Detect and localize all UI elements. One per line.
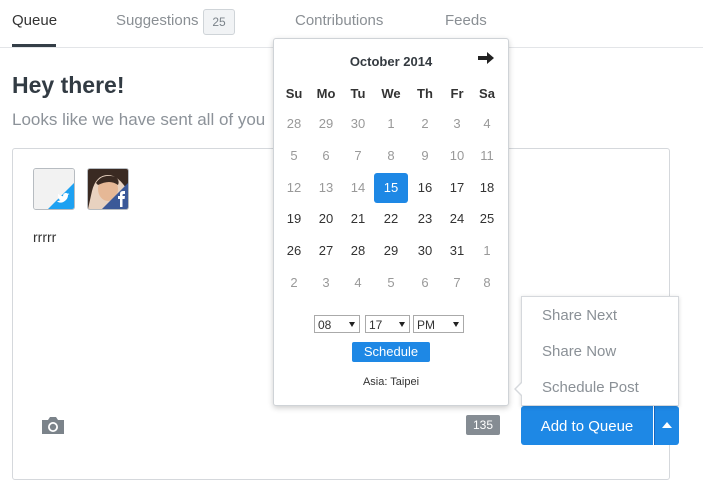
dropdown-arrow-icon xyxy=(349,322,355,327)
dropdown-arrow-icon xyxy=(399,322,405,327)
add-options-toggle[interactable] xyxy=(654,406,679,445)
hour-value: 08 xyxy=(318,318,332,332)
page-subtitle: Looks like we have sent all of you xyxy=(12,110,266,129)
calendar-day[interactable]: 17 xyxy=(441,174,473,202)
page-heading: Hey there! xyxy=(12,72,125,98)
active-tab-indicator xyxy=(12,44,56,47)
calendar-day[interactable]: 27 xyxy=(310,237,342,265)
menu-item-share-now[interactable]: Share Now xyxy=(542,343,616,360)
profile-avatar-twitter[interactable] xyxy=(33,168,75,210)
tab-suggestions[interactable]: Suggestions xyxy=(116,12,199,29)
calendar-day[interactable]: 23 xyxy=(409,205,441,233)
caret-up-icon xyxy=(662,422,672,428)
calendar-day[interactable]: 14 xyxy=(342,174,374,202)
calendar-day[interactable]: 1 xyxy=(471,237,503,265)
calendar-day[interactable]: 1 xyxy=(375,110,407,138)
weekday-label: We xyxy=(381,86,401,101)
character-count-badge: 135 xyxy=(466,415,500,435)
ampm-value: PM xyxy=(417,318,435,332)
weekday-label: Sa xyxy=(479,86,495,101)
camera-icon[interactable] xyxy=(40,414,66,436)
calendar-day[interactable]: 13 xyxy=(310,174,342,202)
weekday-label: Th xyxy=(417,86,433,101)
calendar-day[interactable]: 8 xyxy=(375,142,407,170)
calendar-day[interactable]: 6 xyxy=(409,269,441,297)
calendar-day[interactable]: 19 xyxy=(278,205,310,233)
calendar-day[interactable]: 28 xyxy=(278,110,310,138)
weekday-label: Su xyxy=(285,86,303,101)
calendar-day[interactable]: 30 xyxy=(342,110,374,138)
calendar-day[interactable]: 10 xyxy=(441,142,473,170)
menu-pointer-fill xyxy=(516,382,523,396)
calendar-day[interactable]: 5 xyxy=(375,269,407,297)
tab-feeds[interactable]: Feeds xyxy=(445,12,487,29)
calendar-day[interactable]: 22 xyxy=(375,205,407,233)
weekday-label: Fr xyxy=(450,86,464,101)
share-options-menu: Share Next Share Now Schedule Post xyxy=(521,296,679,406)
calendar-day[interactable]: 20 xyxy=(310,205,342,233)
minute-select[interactable]: 17 xyxy=(365,315,410,333)
composer-textarea[interactable]: rrrrr xyxy=(33,229,56,245)
calendar-day[interactable]: 11 xyxy=(471,142,503,170)
timezone-label: Asia: Taipei xyxy=(362,376,420,388)
profile-avatar-facebook[interactable] xyxy=(87,168,129,210)
weekday-label: Mo xyxy=(316,86,336,101)
calendar-day[interactable]: 30 xyxy=(409,237,441,265)
menu-item-share-next[interactable]: Share Next xyxy=(542,307,617,324)
calendar-day[interactable]: 8 xyxy=(471,269,503,297)
tab-contributions[interactable]: Contributions xyxy=(295,12,383,29)
calendar-day[interactable]: 7 xyxy=(342,142,374,170)
calendar-day[interactable]: 28 xyxy=(342,237,374,265)
calendar-day[interactable]: 12 xyxy=(278,174,310,202)
calendar-day[interactable]: 21 xyxy=(342,205,374,233)
dropdown-arrow-icon xyxy=(453,322,459,327)
calendar-day[interactable]: 3 xyxy=(310,269,342,297)
calendar-day-selected[interactable]: 15 xyxy=(374,173,408,203)
tab-queue[interactable]: Queue xyxy=(12,12,57,29)
calendar-day[interactable]: 26 xyxy=(278,237,310,265)
calendar-day[interactable]: 3 xyxy=(441,110,473,138)
ampm-select[interactable]: PM xyxy=(413,315,464,333)
calendar-day[interactable]: 18 xyxy=(471,174,503,202)
facebook-avatar-image xyxy=(88,169,128,209)
suggestions-count-badge: 25 xyxy=(203,9,235,35)
calendar-day[interactable]: 24 xyxy=(441,205,473,233)
twitter-avatar-image xyxy=(34,169,74,209)
calendar-day[interactable]: 31 xyxy=(441,237,473,265)
calendar-day[interactable]: 5 xyxy=(278,142,310,170)
calendar-day[interactable]: 6 xyxy=(310,142,342,170)
calendar-day[interactable]: 25 xyxy=(471,205,503,233)
calendar-day[interactable]: 2 xyxy=(278,269,310,297)
calendar-day[interactable]: 7 xyxy=(441,269,473,297)
calendar-day[interactable]: 4 xyxy=(471,110,503,138)
datepicker-month-title: October 2014 xyxy=(349,54,433,69)
calendar-day[interactable]: 16 xyxy=(409,174,441,202)
calendar-day[interactable]: 29 xyxy=(375,237,407,265)
calendar-day[interactable]: 4 xyxy=(342,269,374,297)
calendar-day[interactable]: 9 xyxy=(409,142,441,170)
menu-item-schedule-post[interactable]: Schedule Post xyxy=(542,379,639,396)
add-to-queue-button[interactable]: Add to Queue xyxy=(521,406,653,445)
hour-select[interactable]: 08 xyxy=(314,315,360,333)
calendar-day[interactable]: 2 xyxy=(409,110,441,138)
schedule-button[interactable]: Schedule xyxy=(352,342,430,362)
minute-value: 17 xyxy=(369,318,383,332)
schedule-datepicker: October 2014 Su Mo Tu We Th Fr Sa 28 29 30 1 2 3 4 5 6… xyxy=(273,38,509,406)
next-month-arrow-icon[interactable] xyxy=(477,51,495,65)
calendar-day[interactable]: 29 xyxy=(310,110,342,138)
weekday-label: Tu xyxy=(350,86,366,101)
